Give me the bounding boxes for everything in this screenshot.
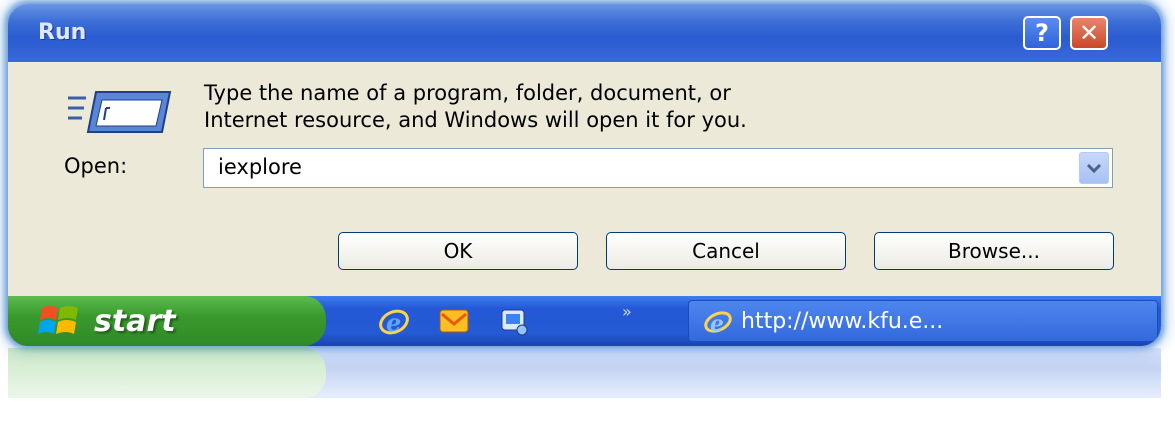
internet-explorer-icon: e [704, 311, 732, 336]
taskbar-window-label: http://www.kfu.e... [741, 308, 944, 334]
browse-button[interactable]: Browse... [874, 232, 1114, 270]
window-title: Run [38, 20, 87, 45]
dropdown-button[interactable] [1079, 152, 1109, 184]
taskbar-window-button[interactable]: e http://www.kfu.e... [688, 300, 1158, 342]
open-label: Open: [64, 154, 128, 178]
taskbar-reflection [8, 348, 1161, 428]
outlook-express-icon[interactable] [436, 304, 472, 338]
ok-button[interactable]: OK [338, 232, 578, 270]
reflection-fade [8, 348, 1161, 428]
description-line-1: Type the name of a program, folder, docu… [204, 81, 731, 105]
start-label: start [94, 303, 176, 339]
svg-text:e: e [386, 308, 401, 337]
quick-launch-chevron[interactable]: » [622, 302, 632, 321]
title-bar[interactable]: Run ? ✕ [8, 4, 1161, 62]
internet-explorer-icon[interactable]: e [376, 304, 412, 338]
open-input[interactable]: iexplore [218, 155, 302, 179]
taskbar: start e » e http://www.kfu.e... [8, 296, 1161, 346]
close-button[interactable]: ✕ [1070, 16, 1108, 50]
run-program-icon [68, 91, 172, 133]
open-combobox[interactable]: iexplore [203, 148, 1113, 188]
cancel-button[interactable]: Cancel [606, 232, 846, 270]
start-button[interactable]: start [8, 296, 326, 346]
svg-text:e: e [710, 311, 724, 336]
chevron-down-icon [1086, 163, 1102, 173]
windows-logo-icon [38, 306, 78, 334]
screenshot-frame: Run ? ✕ Type the name of a program, fold… [8, 4, 1161, 346]
run-description: Type the name of a program, folder, docu… [204, 80, 1104, 134]
description-line-2: Internet resource, and Windows will open… [204, 108, 747, 132]
show-desktop-icon[interactable] [496, 304, 532, 338]
help-button[interactable]: ? [1023, 16, 1061, 50]
